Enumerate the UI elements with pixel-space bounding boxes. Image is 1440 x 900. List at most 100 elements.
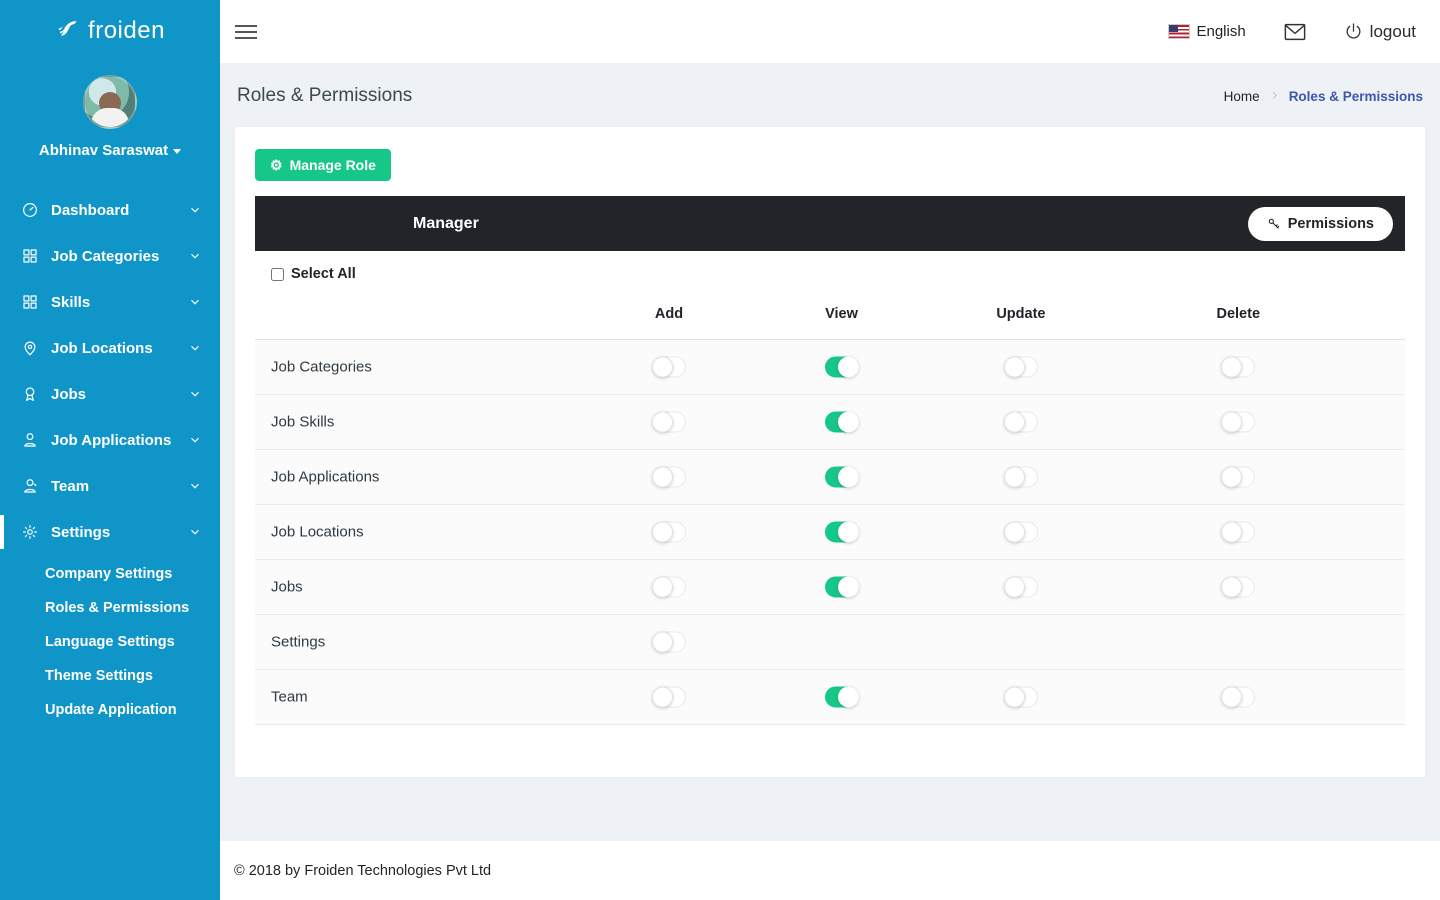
toggle-delete-jobs[interactable] bbox=[1221, 577, 1255, 598]
toggle-delete-job-categories[interactable] bbox=[1221, 357, 1255, 378]
select-all-row: Select All bbox=[255, 251, 1405, 296]
hamburger-menu-icon[interactable] bbox=[235, 21, 257, 43]
gauge-icon bbox=[21, 201, 39, 219]
language-label: English bbox=[1196, 23, 1245, 40]
toggle-add-team[interactable] bbox=[652, 687, 686, 708]
toggle-delete-job-skills[interactable] bbox=[1221, 412, 1255, 433]
toggle-add-settings[interactable] bbox=[652, 632, 686, 653]
sidebar-item-job-applications[interactable]: Job Applications bbox=[0, 417, 220, 463]
permissions-card: ⚙ Manage Role Manager Permissions S bbox=[235, 127, 1425, 777]
table-row: Job Locations bbox=[255, 505, 1405, 560]
role-header-bar: Manager Permissions bbox=[255, 196, 1405, 251]
toggle-update-team[interactable] bbox=[1004, 687, 1038, 708]
sidebar-item-dashboard[interactable]: Dashboard bbox=[0, 187, 220, 233]
toggle-knob bbox=[1221, 412, 1242, 433]
row-label: Jobs bbox=[271, 579, 303, 596]
row-label: Job Categories bbox=[271, 359, 372, 376]
permissions-button[interactable]: Permissions bbox=[1248, 207, 1393, 241]
toggle-knob bbox=[652, 687, 673, 708]
chevron-down-icon bbox=[188, 479, 202, 493]
toggle-knob bbox=[1221, 687, 1242, 708]
us-flag-icon bbox=[1169, 25, 1189, 38]
sidebar-subitem-theme-settings[interactable]: Theme Settings bbox=[0, 659, 220, 693]
role-name: Manager bbox=[413, 215, 479, 233]
toggle-add-job-applications[interactable] bbox=[652, 467, 686, 488]
sidebar-subitem-language-settings[interactable]: Language Settings bbox=[0, 625, 220, 659]
award-icon bbox=[21, 385, 39, 403]
breadcrumb-home[interactable]: Home bbox=[1224, 89, 1260, 104]
toggle-knob bbox=[652, 412, 673, 433]
chevron-down-icon bbox=[188, 249, 202, 263]
gear-icon bbox=[21, 523, 39, 541]
sidebar-item-skills[interactable]: Skills bbox=[0, 279, 220, 325]
copyright-text: © 2018 by Froiden Technologies Pvt Ltd bbox=[234, 863, 491, 879]
chevron-down-icon bbox=[188, 295, 202, 309]
toggle-update-job-applications[interactable] bbox=[1004, 467, 1038, 488]
toggle-delete-team[interactable] bbox=[1221, 687, 1255, 708]
mail-icon[interactable] bbox=[1284, 23, 1306, 41]
toggle-knob bbox=[652, 357, 673, 378]
toggle-add-job-skills[interactable] bbox=[652, 412, 686, 433]
row-label: Job Applications bbox=[271, 469, 379, 486]
toggle-delete-job-locations[interactable] bbox=[1221, 522, 1255, 543]
toggle-update-jobs[interactable] bbox=[1004, 577, 1038, 598]
toggle-view-team[interactable] bbox=[825, 687, 859, 708]
toggle-knob bbox=[838, 522, 859, 543]
table-row: Jobs bbox=[255, 560, 1405, 615]
column-header-view: View bbox=[825, 306, 858, 322]
toggle-view-job-skills[interactable] bbox=[825, 412, 859, 433]
toggle-update-job-categories[interactable] bbox=[1004, 357, 1038, 378]
gear-icon: ⚙ bbox=[270, 158, 283, 172]
sidebar-subitem-roles-permissions[interactable]: Roles & Permissions bbox=[0, 591, 220, 625]
row-label: Job Skills bbox=[271, 414, 334, 431]
toggle-view-job-applications[interactable] bbox=[825, 467, 859, 488]
toggle-knob bbox=[1221, 467, 1242, 488]
table-header-row: Add View Update Delete bbox=[255, 296, 1405, 340]
app-logo: froiden bbox=[0, 0, 220, 55]
toggle-add-job-locations[interactable] bbox=[652, 522, 686, 543]
sidebar-item-jobs[interactable]: Jobs bbox=[0, 371, 220, 417]
toggle-knob bbox=[1004, 467, 1025, 488]
language-selector[interactable]: English bbox=[1169, 23, 1245, 40]
toggle-knob bbox=[652, 577, 673, 598]
row-label: Team bbox=[271, 689, 308, 706]
toggle-update-job-skills[interactable] bbox=[1004, 412, 1038, 433]
avatar[interactable] bbox=[83, 75, 137, 129]
toggle-knob bbox=[652, 632, 673, 653]
sidebar-nav: Dashboard Job Categories Skills Job Loca… bbox=[0, 187, 220, 733]
select-all-checkbox[interactable] bbox=[271, 268, 284, 281]
main-area: English logout Roles & Permi bbox=[220, 0, 1440, 900]
toggle-knob bbox=[1004, 522, 1025, 543]
toggle-view-job-categories[interactable] bbox=[825, 357, 859, 378]
user-name[interactable]: Abhinav Saraswat bbox=[0, 142, 220, 159]
toggle-add-job-categories[interactable] bbox=[652, 357, 686, 378]
users-icon bbox=[21, 477, 39, 495]
toggle-update-job-locations[interactable] bbox=[1004, 522, 1038, 543]
sidebar-item-settings[interactable]: Settings bbox=[0, 509, 220, 555]
chevron-down-icon bbox=[188, 433, 202, 447]
sidebar-item-job-locations[interactable]: Job Locations bbox=[0, 325, 220, 371]
logout-button[interactable]: logout bbox=[1344, 22, 1416, 42]
toggle-knob bbox=[838, 357, 859, 378]
toggle-view-jobs[interactable] bbox=[825, 577, 859, 598]
sidebar-item-team[interactable]: Team bbox=[0, 463, 220, 509]
key-icon bbox=[1267, 217, 1281, 231]
toggle-knob bbox=[1221, 357, 1242, 378]
toggle-add-jobs[interactable] bbox=[652, 577, 686, 598]
toggle-view-job-locations[interactable] bbox=[825, 522, 859, 543]
toggle-knob bbox=[1221, 522, 1242, 543]
breadcrumb: Home Roles & Permissions bbox=[1224, 89, 1423, 104]
grid-icon bbox=[21, 293, 39, 311]
grid-icon bbox=[21, 247, 39, 265]
sidebar-subitem-company-settings[interactable]: Company Settings bbox=[0, 557, 220, 591]
sidebar-item-job-categories[interactable]: Job Categories bbox=[0, 233, 220, 279]
toggle-delete-job-applications[interactable] bbox=[1221, 467, 1255, 488]
user-icon bbox=[21, 431, 39, 449]
manage-role-button[interactable]: ⚙ Manage Role bbox=[255, 149, 391, 181]
logout-label: logout bbox=[1370, 22, 1416, 42]
table-row: Job Skills bbox=[255, 395, 1405, 450]
logo-text: froiden bbox=[88, 17, 165, 45]
page-title: Roles & Permissions bbox=[237, 85, 412, 107]
permissions-table-rows: Job Categories Job Skills Job Applicatio… bbox=[255, 340, 1405, 725]
sidebar-subitem-update-application[interactable]: Update Application bbox=[0, 693, 220, 727]
